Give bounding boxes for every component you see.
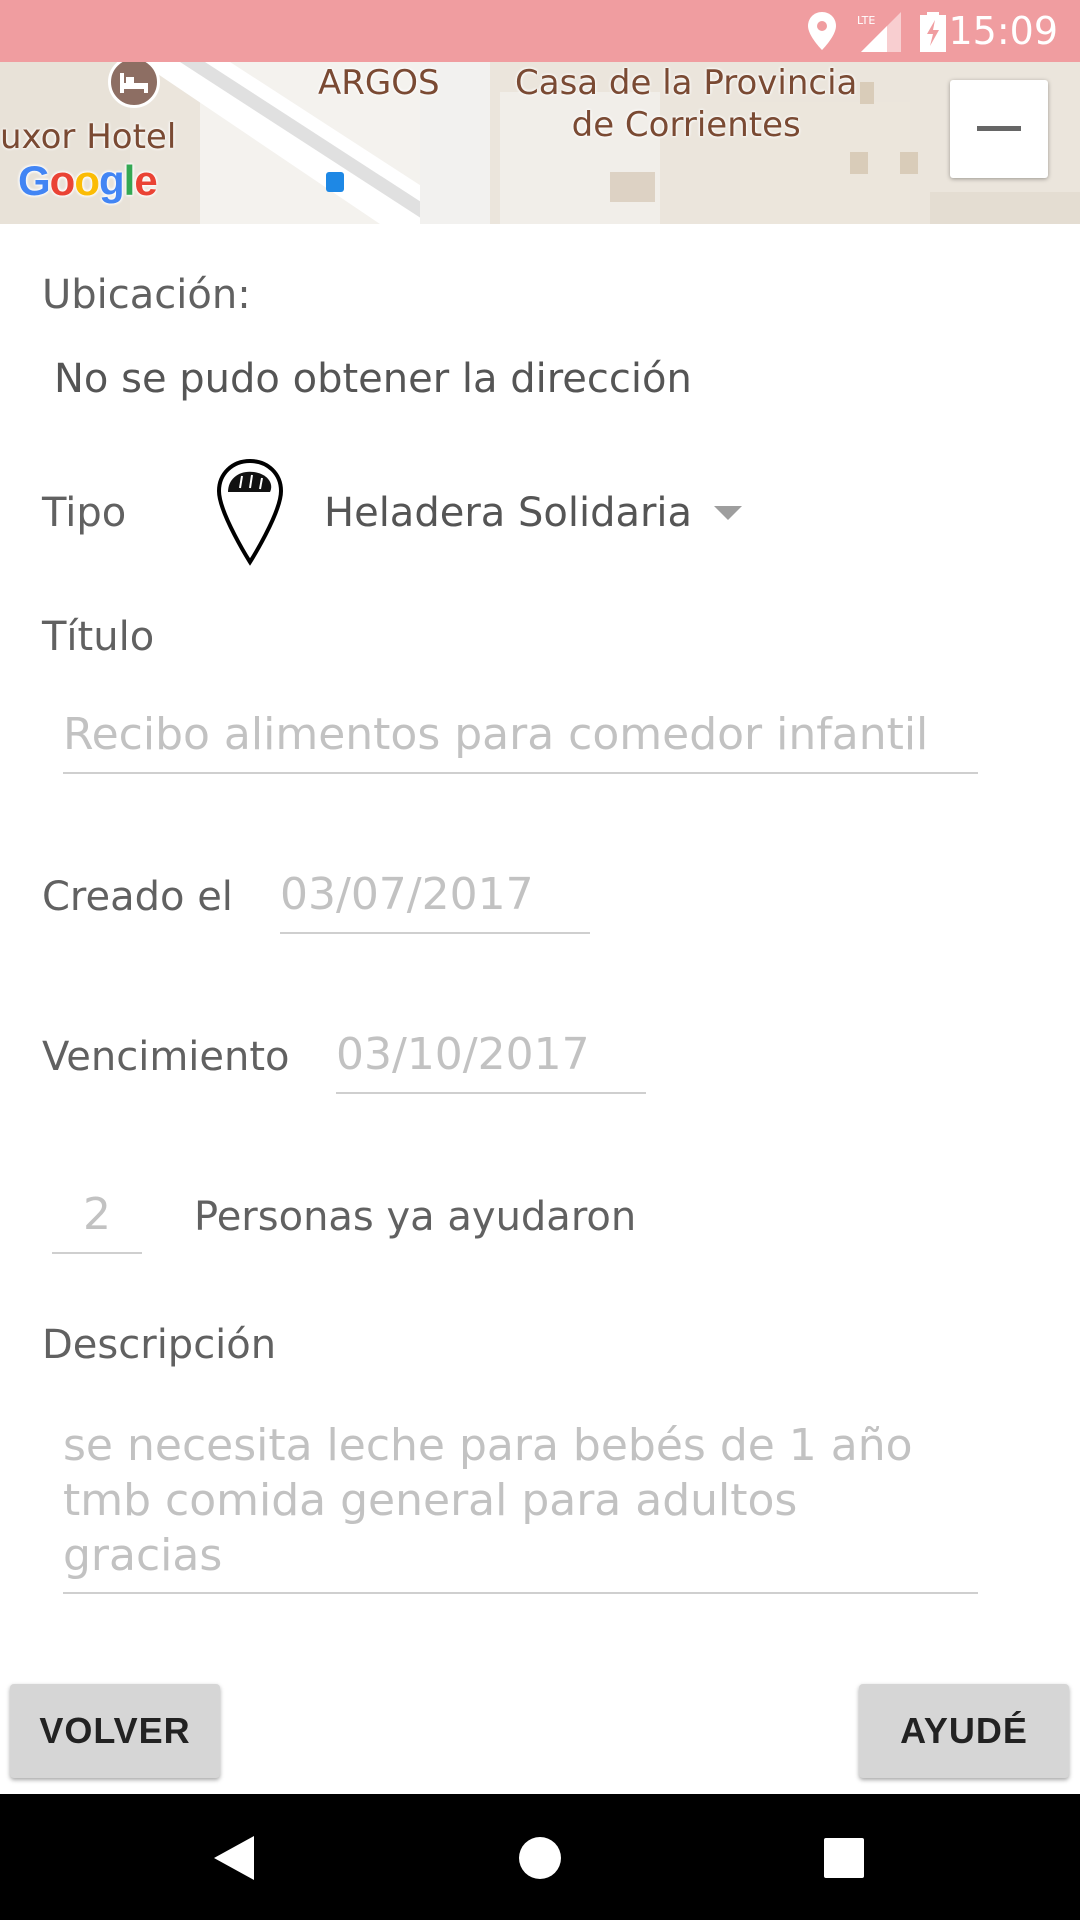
descripcion-line: tmb comida general para adultos	[63, 1475, 798, 1526]
bed-icon	[120, 73, 148, 93]
volver-button[interactable]: VOLVER	[10, 1684, 220, 1778]
vencimiento-field[interactable]: 03/10/2017	[336, 1028, 646, 1094]
vencimiento-label: Vencimiento	[42, 1034, 290, 1080]
map-label-argos: ARGOS	[318, 63, 440, 103]
location-icon	[808, 12, 836, 50]
creado-label: Creado el	[42, 874, 233, 920]
zoom-out-button[interactable]	[950, 80, 1048, 178]
home-icon[interactable]	[518, 1836, 562, 1880]
back-icon[interactable]	[212, 1834, 256, 1882]
ayudaron-label: Personas ya ayudaron	[194, 1194, 637, 1240]
minus-icon	[977, 126, 1021, 131]
recents-icon[interactable]	[824, 1838, 864, 1878]
descripcion-input[interactable]: se necesita leche para bebés de 1 año tm…	[63, 1418, 978, 1594]
svg-text:LTE: LTE	[857, 14, 875, 27]
ayude-button[interactable]: AYUDÉ	[859, 1684, 1069, 1778]
ubicacion-label: Ubicación:	[42, 272, 251, 318]
ubicacion-value: No se pudo obtener la dirección	[54, 356, 692, 402]
descripcion-line: gracias	[63, 1530, 223, 1581]
tipo-label: Tipo	[42, 490, 127, 536]
tipo-spinner[interactable]: Heladera Solidaria	[324, 490, 692, 536]
status-time: 15:09	[948, 9, 1058, 53]
signal-icon: LTE	[857, 12, 901, 52]
creado-field[interactable]: 03/07/2017	[280, 868, 590, 934]
titulo-input[interactable]: Recibo alimentos para comedor infantil	[63, 708, 978, 774]
map-label-hotel: uxor Hotel	[0, 117, 177, 157]
battery-charging-icon	[920, 12, 946, 52]
navigation-bar	[0, 1794, 1080, 1920]
ayudaron-count: 2	[52, 1188, 142, 1254]
map-view[interactable]: uxor Hotel ARGOS Casa de la Provincia de…	[0, 62, 1080, 224]
chevron-down-icon[interactable]	[714, 506, 742, 520]
status-bar: LTE 15:09	[0, 0, 1080, 62]
google-logo: Google	[18, 157, 158, 204]
map-label-casa: Casa de la Provincia de Corrientes	[515, 63, 858, 145]
descripcion-label: Descripción	[42, 1322, 277, 1368]
bread-map-pin-icon	[216, 458, 284, 566]
titulo-label: Título	[42, 614, 155, 660]
descripcion-line: se necesita leche para bebés de 1 año	[63, 1420, 913, 1471]
